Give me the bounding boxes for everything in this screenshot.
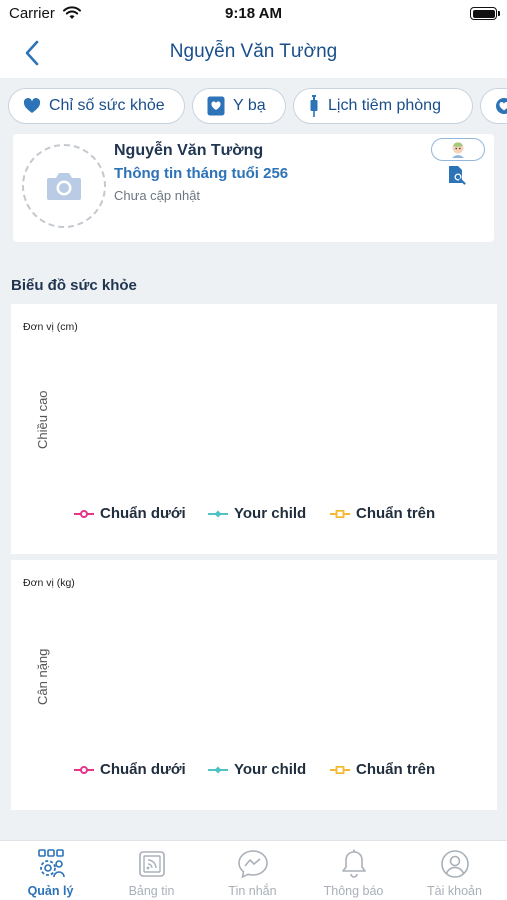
account-icon: [440, 848, 470, 880]
tabbar-label: Tin nhắn: [228, 884, 277, 898]
nav-bar: Nguyễn Văn Tường: [0, 28, 507, 78]
profile-age-info: Thông tin tháng tuổi 256: [114, 165, 289, 182]
legend-lower-standard[interactable]: Chuẩn dưới: [74, 761, 186, 778]
tabbar-label: Thông báo: [323, 884, 384, 898]
battery-icon: [470, 7, 500, 20]
legend-label: Chuẩn trên: [356, 505, 436, 522]
chart-legend: Chuẩn dưới Your child Chuẩn trên: [74, 505, 454, 525]
medical-book-icon: [207, 96, 225, 116]
tabbar-item-management[interactable]: Quản lý: [0, 841, 101, 900]
bell-icon: [340, 848, 368, 880]
baby-profile-button[interactable]: [431, 138, 485, 161]
legend-label: Chuẩn trên: [356, 761, 436, 778]
document-search-button[interactable]: [448, 165, 466, 185]
legend-marker-icon: [208, 766, 228, 773]
legend-upper-standard[interactable]: Chuẩn trên: [330, 761, 435, 778]
tabbar-label: Bảng tin: [128, 884, 175, 898]
tab-label: Lịch tiêm phòng: [328, 97, 441, 114]
avatar-placeholder[interactable]: [22, 144, 106, 228]
tab-vaccination[interactable]: Lịch tiêm phòng: [293, 88, 473, 124]
profile-update-status: Chưa cập nhật: [114, 188, 201, 203]
legend-marker-icon: [74, 509, 94, 518]
management-icon: [35, 848, 67, 880]
camera-icon: [47, 173, 81, 200]
news-icon: [137, 848, 167, 880]
chart-unit: Đơn vị (cm): [23, 321, 78, 333]
legend-marker-icon: [330, 765, 350, 774]
legend-label: Your child: [234, 761, 307, 778]
legend-marker-icon: [330, 509, 350, 518]
health-tabs: Chỉ số sức khỏe Y bạ Lịch tiêm phòng: [0, 84, 507, 128]
legend-marker-icon: [74, 765, 94, 774]
tabbar-item-notifications[interactable]: Thông báo: [303, 841, 404, 900]
legend-label: Your child: [234, 505, 307, 522]
profile-name: Nguyễn Văn Tường: [114, 142, 264, 159]
legend-label: Chuẩn dưới: [100, 761, 186, 778]
y-axis-label: Cân nặng: [35, 648, 50, 705]
chart-unit: Đơn vị (kg): [23, 577, 75, 589]
tabbar-label: Quản lý: [27, 884, 74, 898]
section-title: Biểu đồ sức khỏe: [11, 277, 137, 294]
legend-marker-icon: [208, 510, 228, 517]
legend-label: Chuẩn dưới: [100, 505, 186, 522]
baby-icon: [452, 141, 464, 158]
legend-lower-standard[interactable]: Chuẩn dưới: [74, 505, 186, 522]
page-title: Nguyễn Văn Tường: [169, 41, 338, 62]
tab-medical-book[interactable]: Y bạ: [192, 88, 286, 124]
tab-label: Chỉ số sức khỏe: [49, 97, 165, 114]
bottom-tab-bar: Quản lý Bảng tin Tin nhắn Thông báo Tài …: [0, 840, 507, 900]
profile-card: Nguyễn Văn Tường Thông tin tháng tuổi 25…: [13, 134, 494, 242]
height-chart: Đơn vị (cm) Chiều cao Chuẩn dưới Your ch…: [11, 304, 497, 554]
tab-label: Y bạ: [233, 97, 266, 114]
tabbar-label: Tài khoản: [427, 884, 482, 898]
heart-icon: [23, 98, 41, 114]
legend-your-child[interactable]: Your child: [208, 505, 306, 522]
tabbar-item-news[interactable]: Bảng tin: [101, 841, 202, 900]
legend-upper-standard[interactable]: Chuẩn trên: [330, 505, 435, 522]
clock: 9:18 AM: [225, 5, 282, 22]
legend-your-child[interactable]: Your child: [208, 761, 306, 778]
document-search-icon: [449, 166, 466, 185]
weight-chart: Đơn vị (kg) Cân nặng Chuẩn dưới Your chi…: [11, 560, 497, 810]
tabbar-item-account[interactable]: Tài khoản: [404, 841, 505, 900]
chart-legend: Chuẩn dưới Your child Chuẩn trên: [74, 761, 454, 781]
tab-more[interactable]: [480, 88, 507, 124]
syringe-icon: [308, 95, 320, 117]
tabbar-item-messages[interactable]: Tin nhắn: [202, 841, 303, 900]
status-bar: Carrier 9:18 AM: [0, 0, 507, 28]
y-axis-label: Chiều cao: [35, 390, 50, 449]
tab-health-index[interactable]: Chỉ số sức khỏe: [8, 88, 185, 124]
message-icon: [237, 848, 269, 880]
heart-icon: [495, 97, 507, 115]
